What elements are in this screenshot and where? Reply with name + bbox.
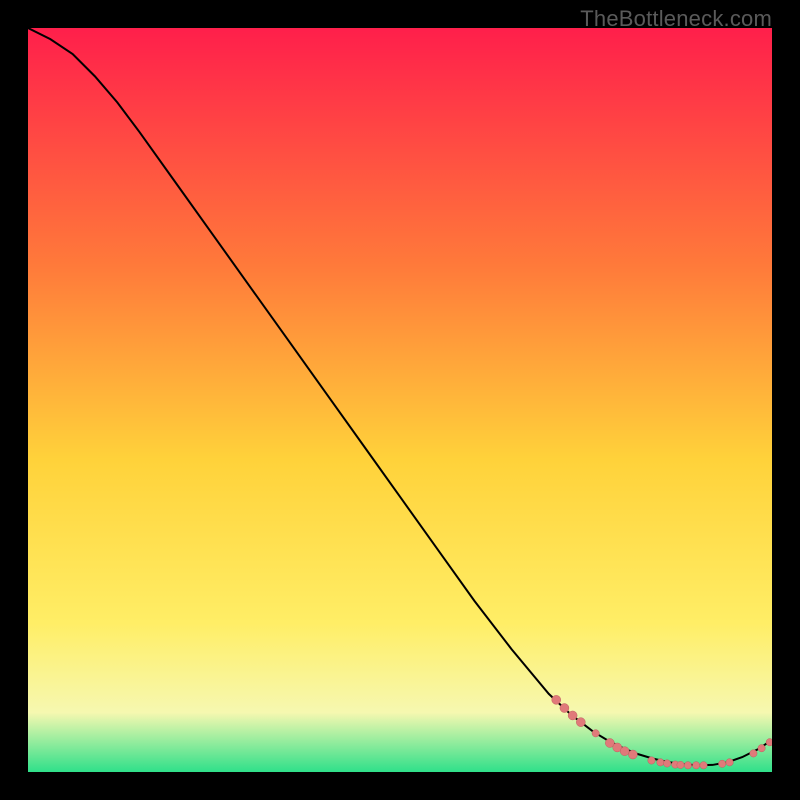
curve-marker <box>568 711 577 720</box>
curve-marker <box>560 704 569 713</box>
curve-marker <box>663 760 670 767</box>
curve-marker <box>684 762 691 769</box>
curve-marker <box>766 739 772 746</box>
chart-area <box>28 28 772 772</box>
chart-svg <box>28 28 772 772</box>
curve-marker <box>552 695 561 704</box>
curve-marker <box>750 750 757 757</box>
curve-marker <box>657 759 664 766</box>
curve-marker <box>692 762 699 769</box>
curve-marker <box>592 730 599 737</box>
curve-marker <box>700 762 707 769</box>
curve-marker <box>628 750 637 759</box>
curve-marker <box>758 745 765 752</box>
stage: TheBottleneck.com <box>0 0 800 800</box>
curve-marker <box>718 760 725 767</box>
curve-marker <box>576 718 585 727</box>
curve-marker <box>726 759 733 766</box>
curve-marker <box>677 761 684 768</box>
curve-marker <box>648 757 655 764</box>
gradient-background <box>28 28 772 772</box>
curve-marker <box>620 747 629 756</box>
